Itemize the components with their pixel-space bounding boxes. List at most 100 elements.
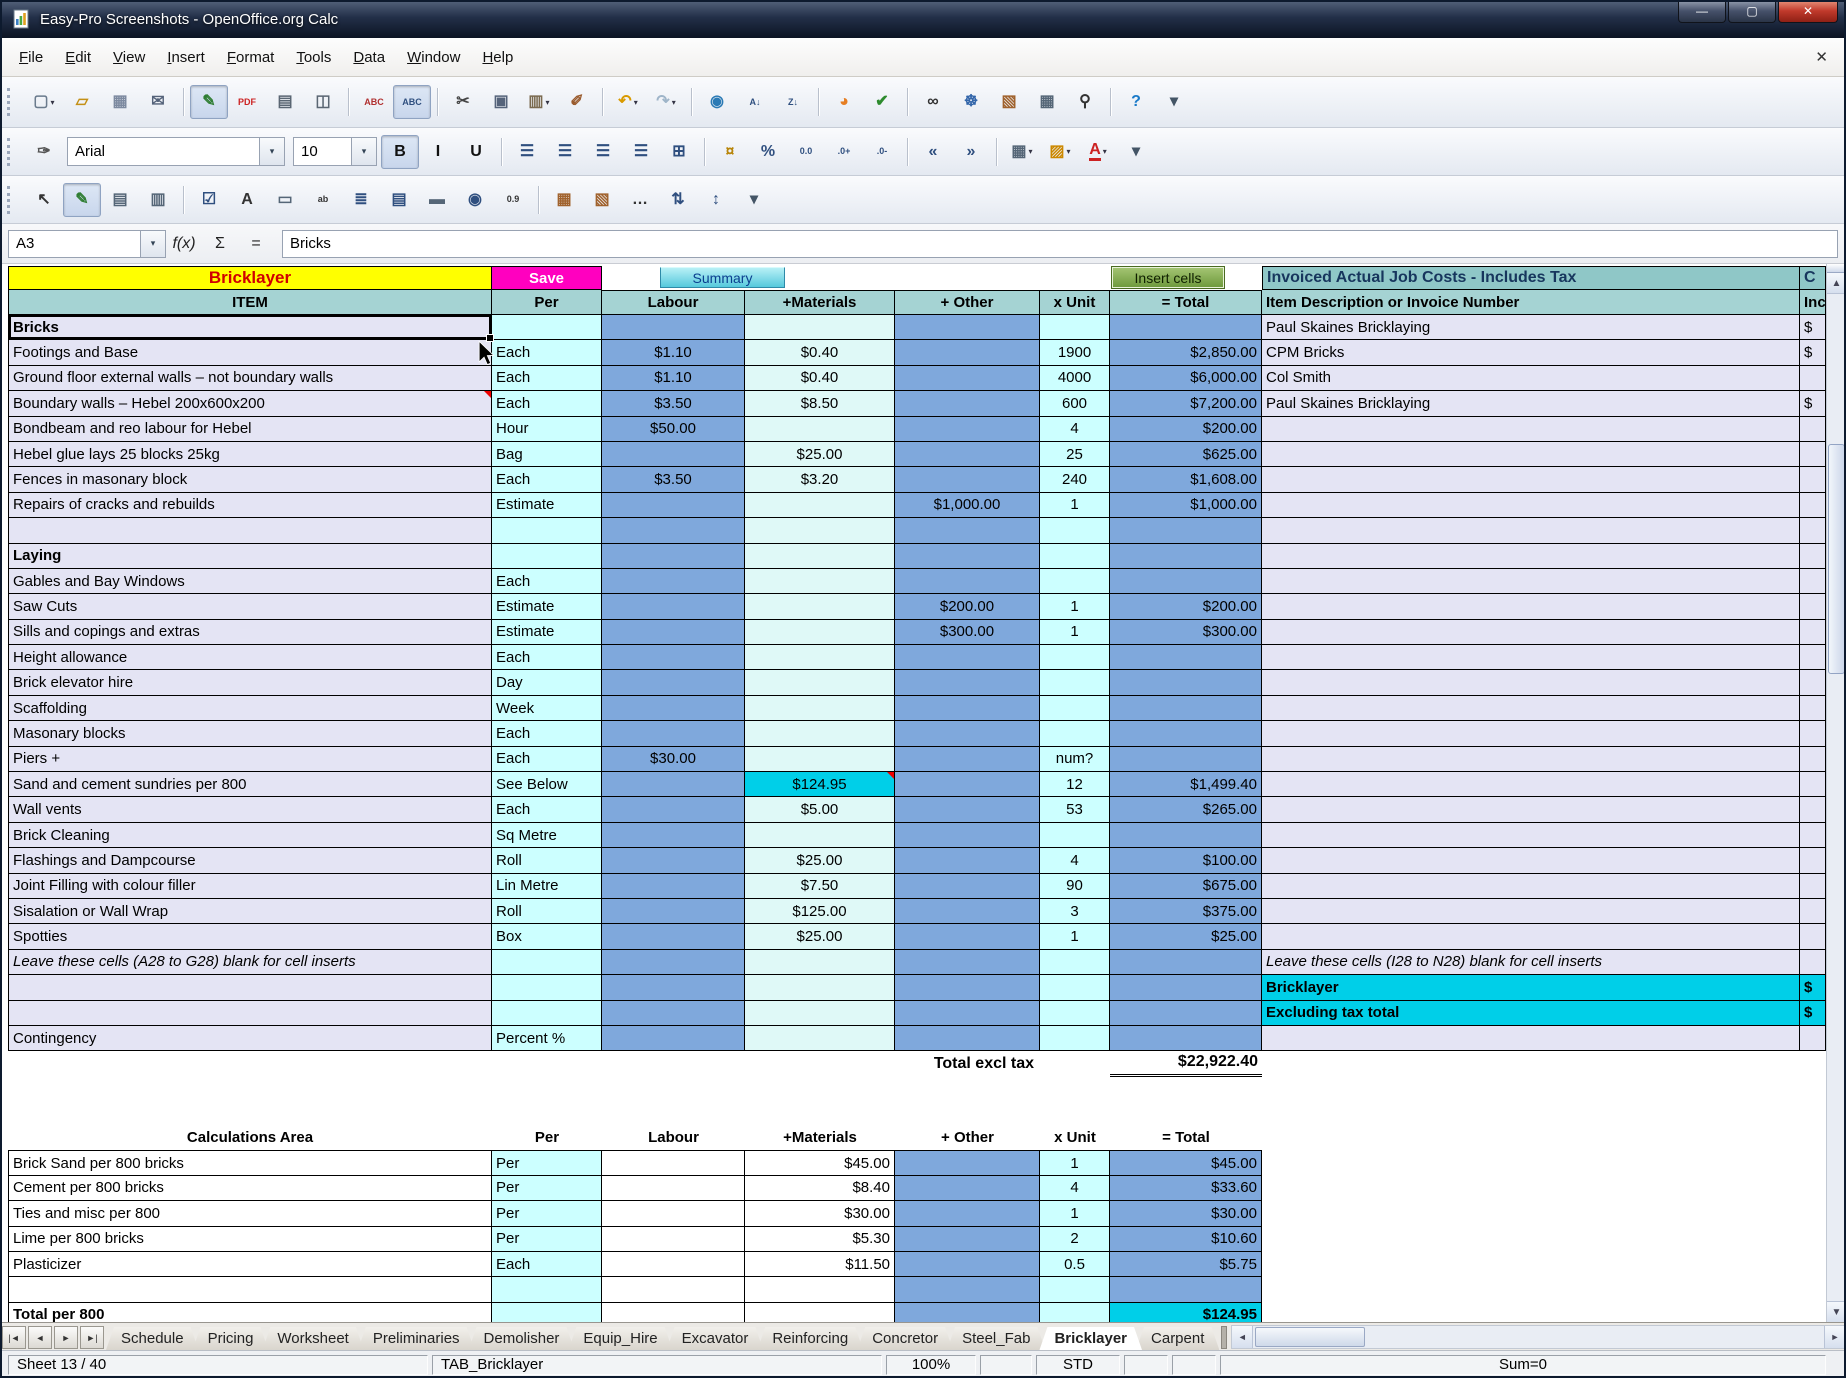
tab-pricing[interactable]: Pricing (193, 1327, 269, 1350)
cell-unit[interactable] (1040, 1001, 1110, 1026)
scroll-right-icon[interactable]: ► (1824, 1326, 1845, 1348)
cell-other[interactable] (895, 1026, 1040, 1051)
tab-reinforcing[interactable]: Reinforcing (757, 1327, 863, 1350)
format-paintbrush-button[interactable]: ✐ (558, 85, 596, 119)
cell-total[interactable]: $200.00 (1110, 417, 1262, 442)
cell-total[interactable]: $6,000.00 (1110, 366, 1262, 391)
cell-item[interactable]: Sisalation or Wall Wrap (8, 899, 492, 924)
cell-invoice[interactable] (1262, 696, 1800, 721)
cell-inc[interactable] (1800, 366, 1826, 391)
tab-demolisher[interactable]: Demolisher (469, 1327, 575, 1350)
bold-button[interactable]: B (381, 135, 419, 169)
cell-other[interactable] (895, 1150, 1040, 1175)
cell-total[interactable] (1110, 645, 1262, 670)
cell-unit[interactable]: 1 (1040, 924, 1110, 949)
label-field-button[interactable]: A (228, 183, 266, 217)
cell-item[interactable]: Sills and copings and extras (8, 620, 492, 645)
cell-per[interactable]: Day (492, 670, 602, 695)
horizontal-scrollbar[interactable]: ◄ ► (1231, 1325, 1846, 1349)
cell-total[interactable]: $1,608.00 (1110, 467, 1262, 492)
cell-materials[interactable] (745, 620, 895, 645)
cell-item[interactable]: Sand and cement sundries per 800 (8, 772, 492, 797)
navigator-button[interactable]: ☸ (952, 85, 990, 119)
cell-unit[interactable]: 1 (1040, 1150, 1110, 1175)
chevron-down-icon[interactable]: ▾ (351, 138, 376, 165)
tab-preliminaries[interactable]: Preliminaries (358, 1327, 475, 1350)
menu-data[interactable]: Data (342, 44, 396, 71)
cell-item[interactable]: Flashings and Dampcourse (8, 848, 492, 873)
cell-other[interactable] (895, 772, 1040, 797)
cell-materials[interactable] (745, 696, 895, 721)
gallery-button[interactable]: ▧ (990, 85, 1028, 119)
col-header-unit[interactable]: x Unit (1040, 290, 1110, 315)
cell-unit[interactable] (1040, 1303, 1110, 1322)
tab-carpent[interactable]: Carpent (1136, 1327, 1219, 1350)
trade-title-cell[interactable]: Bricklayer (8, 266, 492, 290)
cell-inc[interactable] (1800, 924, 1826, 949)
cell-materials[interactable] (745, 747, 895, 772)
cut-button[interactable]: ✂ (444, 85, 482, 119)
cell-total[interactable]: $2,850.00 (1110, 340, 1262, 365)
menu-help[interactable]: Help (471, 44, 524, 71)
paste-button[interactable]: ▥▾ (520, 85, 558, 119)
spin-button-button[interactable]: ⇅ (659, 183, 697, 217)
cell-unit[interactable]: 90 (1040, 874, 1110, 899)
maximize-button[interactable]: ▢ (1728, 0, 1776, 23)
spreadsheet-area[interactable]: BricklayerSaveSummaryInsert cellsInvoice… (0, 264, 1826, 1322)
cell-materials[interactable] (745, 645, 895, 670)
cell-item[interactable]: Masonary blocks (8, 721, 492, 746)
cell-total[interactable] (1110, 1026, 1262, 1051)
cell-materials[interactable]: $25.00 (745, 924, 895, 949)
toolbar-options-button[interactable]: ▾ (1117, 135, 1155, 169)
background-color-button[interactable]: ▨▾ (1041, 135, 1079, 169)
cell-inc[interactable] (1800, 417, 1826, 442)
selection-mode[interactable]: STD (1036, 1355, 1120, 1375)
cell-total[interactable] (1110, 315, 1262, 340)
menu-view[interactable]: View (102, 44, 156, 71)
cell-labour[interactable] (602, 544, 745, 569)
cell-unit[interactable]: 0.5 (1040, 1252, 1110, 1277)
cell-labour[interactable]: $30.00 (602, 747, 745, 772)
dropdown-arrow-icon[interactable]: ▾ (634, 98, 638, 107)
cell-labour[interactable] (602, 315, 745, 340)
cell-other[interactable] (895, 391, 1040, 416)
cell-labour[interactable] (602, 518, 745, 543)
cell-per[interactable] (492, 518, 602, 543)
option-button-button[interactable]: ◉ (456, 183, 494, 217)
cell-per[interactable]: Percent % (492, 1026, 602, 1051)
auto-spellcheck-button[interactable]: ABC (393, 85, 431, 119)
close-button[interactable]: ✕ (1778, 0, 1838, 23)
cell-invoice[interactable] (1262, 797, 1800, 822)
scrollbar-split-handle[interactable] (1827, 264, 1846, 273)
cell-other[interactable] (895, 874, 1040, 899)
cell-labour[interactable]: $1.10 (602, 366, 745, 391)
group-box-button[interactable]: ▭ (266, 183, 304, 217)
cell-labour[interactable] (602, 493, 745, 518)
cell-labour[interactable] (602, 1201, 745, 1226)
cell-materials[interactable] (745, 315, 895, 340)
cell-labour[interactable] (602, 950, 745, 975)
delete-decimal-place-button[interactable]: .0- (863, 135, 901, 169)
total-excl-tax-value[interactable]: $22,922.40 (1110, 1051, 1262, 1077)
previous-sheet-button[interactable]: ◄ (28, 1326, 52, 1349)
cell-inc[interactable] (1800, 594, 1826, 619)
cell-total[interactable] (1110, 823, 1262, 848)
cell-other[interactable] (895, 1252, 1040, 1277)
cell-unit[interactable] (1040, 1277, 1110, 1302)
cell-other[interactable] (895, 518, 1040, 543)
list-box-button[interactable]: ≣ (342, 183, 380, 217)
cell-item[interactable]: Plasticizer (8, 1252, 492, 1277)
cell-labour[interactable] (602, 1001, 745, 1026)
cell-other[interactable] (895, 569, 1040, 594)
cell-total[interactable]: $33.60 (1110, 1176, 1262, 1201)
sum-icon[interactable]: Σ (202, 229, 238, 259)
function-icon[interactable]: = (238, 229, 274, 259)
increase-indent-button[interactable]: » (952, 135, 990, 169)
cell-per[interactable]: Estimate (492, 594, 602, 619)
cell-invoice[interactable] (1262, 518, 1800, 543)
cell-total[interactable]: $1,000.00 (1110, 493, 1262, 518)
col-header-total[interactable]: = Total (1110, 290, 1262, 315)
cell-labour[interactable] (602, 442, 745, 467)
first-sheet-button[interactable]: |◄ (2, 1326, 26, 1349)
cell-per[interactable]: Roll (492, 899, 602, 924)
